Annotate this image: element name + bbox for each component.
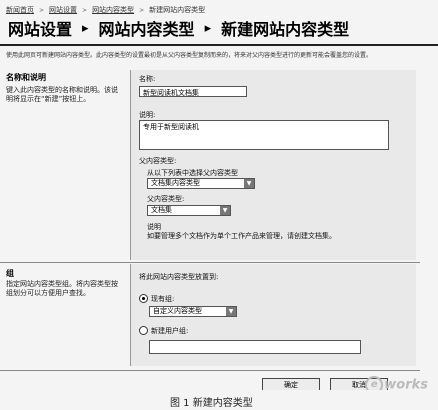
- parent-type-select[interactable]: 文档集 ▼: [147, 205, 231, 216]
- title-part-content-types: 网站内容类型: [98, 20, 195, 39]
- parent-content-type-label: 父内容类型:: [139, 157, 177, 165]
- section-divider: [0, 262, 420, 263]
- parent-group-select[interactable]: 文档集内容类型 ▼: [147, 178, 255, 189]
- name-description-panel: 名称: 新型阅读机文档集 说明: 专用于新型阅读机 父内容类型: 从以下列表中选…: [130, 70, 416, 260]
- title-part-site-settings: 网站设置: [8, 20, 73, 39]
- existing-group-select[interactable]: 自定义内容类型 ▼: [149, 306, 237, 317]
- name-label: 名称:: [139, 75, 156, 83]
- parent-group-value: 文档集内容类型: [151, 179, 200, 187]
- intro-text: 使用此网页可新建网站内容类型。此内容类型的设置最初是从父内容类型复制而来的，将来…: [6, 52, 373, 59]
- title-separator-icon: ▸: [204, 20, 212, 36]
- breadcrumb-separator-icon: >: [82, 6, 88, 14]
- existing-group-label: 现有组:: [151, 295, 175, 303]
- existing-group-value: 自定义内容类型: [153, 307, 202, 315]
- new-group-label: 新建用户组:: [151, 327, 189, 335]
- description-textarea[interactable]: 专用于新型阅读机: [139, 120, 389, 150]
- title-part-new-content-type: 新建网站内容类型: [221, 20, 350, 39]
- new-group-radio[interactable]: [139, 326, 148, 335]
- name-input[interactable]: 新型阅读机文档集: [139, 86, 247, 97]
- breadcrumb-separator-icon: >: [139, 6, 145, 14]
- description-label: 说明:: [139, 111, 156, 119]
- figure-caption: 图 1 新建内容类型: [170, 398, 253, 409]
- chevron-down-icon: ▼: [244, 179, 254, 188]
- title-rule: [0, 44, 438, 46]
- group-panel: 将此网站内容类型放置到: 现有组: 自定义内容类型 ▼ 新建用户组:: [130, 264, 416, 366]
- existing-group-radio[interactable]: [139, 294, 148, 303]
- section-group-desc: 指定网站内容类型组。将内容类型按组划分可以方便用户查找。: [6, 280, 118, 297]
- section-name-desc: 键入此内容类型的名称和说明。该说明将显示在“新建”按钮上。: [6, 86, 118, 103]
- section-group-heading: 组: [6, 269, 14, 278]
- put-into-label: 将此网站内容类型放置到:: [139, 273, 219, 281]
- page-frame: 新闻首页 > 网站设置 > 网站内容类型 > 新建网站内容类型 网站设置 ▸ 网…: [0, 0, 438, 410]
- chevron-down-icon: ▼: [220, 206, 230, 215]
- section-name-heading: 名称和说明: [6, 73, 46, 82]
- title-separator-icon: ▸: [82, 20, 89, 36]
- chevron-down-icon: ▼: [226, 307, 236, 316]
- explain-text: 如要管理多个文档作为单个工作产品来管理，请创建文档集。: [147, 232, 336, 240]
- breadcrumb-separator-icon: >: [39, 6, 45, 14]
- parent-group-label: 从以下列表中选择父内容类型: [147, 169, 238, 177]
- new-group-input[interactable]: [149, 340, 361, 354]
- section-divider: [0, 370, 420, 371]
- page-title: 网站设置 ▸ 网站内容类型 ▸ 新建网站内容类型: [0, 14, 438, 42]
- parent-type-value: 文档集: [151, 206, 172, 214]
- explain-label: 说明: [147, 223, 161, 231]
- parent-type-label: 父内容类型:: [147, 195, 185, 203]
